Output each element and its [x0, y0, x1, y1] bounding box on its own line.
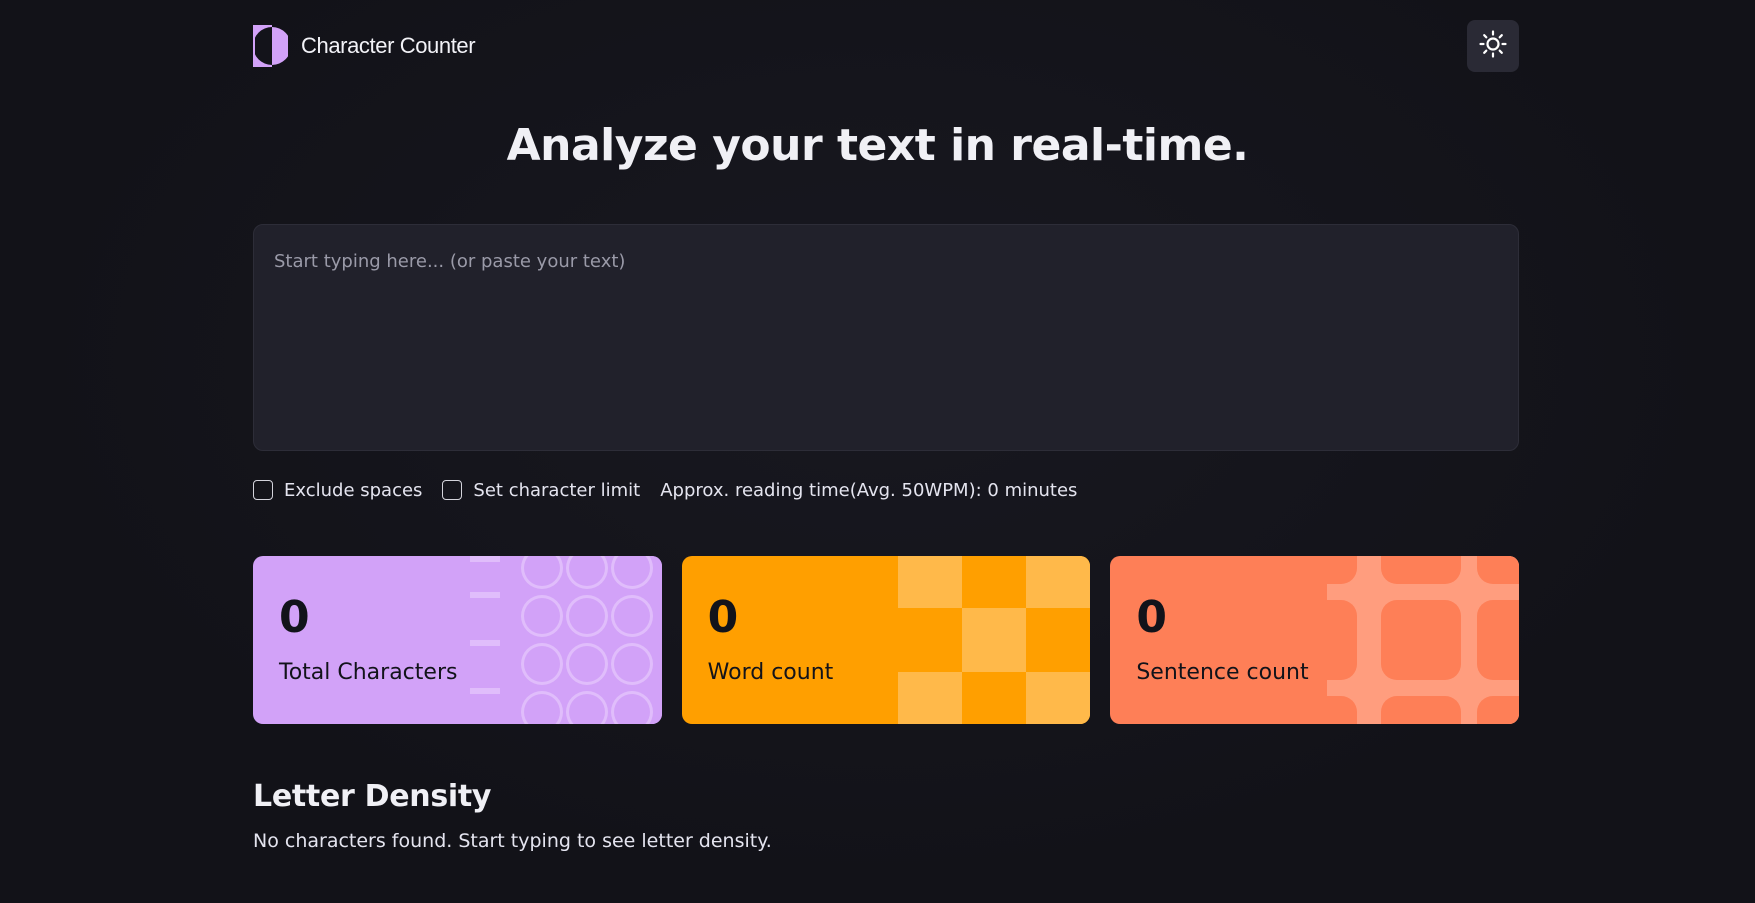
options-bar: Exclude spaces Set character limit Appro… [253, 478, 1077, 502]
word-count-label: Word count [707, 660, 834, 685]
circles-pattern-icon [469, 556, 662, 724]
reading-time: Approx. reading time(Avg. 50WPM): 0 minu… [660, 479, 1078, 501]
total-characters-label: Total Characters [279, 660, 458, 685]
sentence-count-card: 0 Sentence count [1110, 556, 1520, 724]
total-characters-card: 0 Total Characters [253, 556, 662, 724]
word-count-card: 0 Word count [681, 556, 1091, 724]
text-input[interactable] [253, 224, 1519, 451]
page-title: Analyze your text in real-time. [506, 120, 1249, 171]
char-limit-option[interactable]: Set character limit [442, 480, 640, 501]
page: Character Counter Analyze your text in r… [0, 0, 1755, 903]
checker-pattern-icon [898, 556, 1091, 724]
sun-icon [1479, 30, 1507, 62]
exclude-spaces-checkbox[interactable] [253, 480, 273, 500]
rounded-squares-pattern-icon [1327, 556, 1520, 724]
total-characters-value: 0 [279, 592, 310, 643]
header: Character Counter [253, 20, 1519, 72]
logo[interactable]: Character Counter [253, 25, 476, 67]
char-limit-label: Set character limit [473, 479, 641, 501]
word-count-value: 0 [707, 592, 739, 643]
stats-cards: 0 Total Characters 0 Word count 0 Senten… [253, 556, 1520, 724]
theme-toggle-button[interactable] [1467, 20, 1519, 72]
sentence-count-value: 0 [1136, 592, 1167, 643]
letter-density-title: Letter Density [253, 779, 492, 814]
exclude-spaces-label: Exclude spaces [284, 479, 423, 501]
letter-density-empty-message: No characters found. Start typing to see… [253, 830, 772, 852]
app-name: Character Counter [301, 33, 476, 58]
sentence-count-label: Sentence count [1136, 660, 1309, 685]
exclude-spaces-option[interactable]: Exclude spaces [253, 480, 422, 501]
half-circle-logo-icon [253, 25, 291, 67]
char-limit-checkbox[interactable] [442, 480, 463, 500]
